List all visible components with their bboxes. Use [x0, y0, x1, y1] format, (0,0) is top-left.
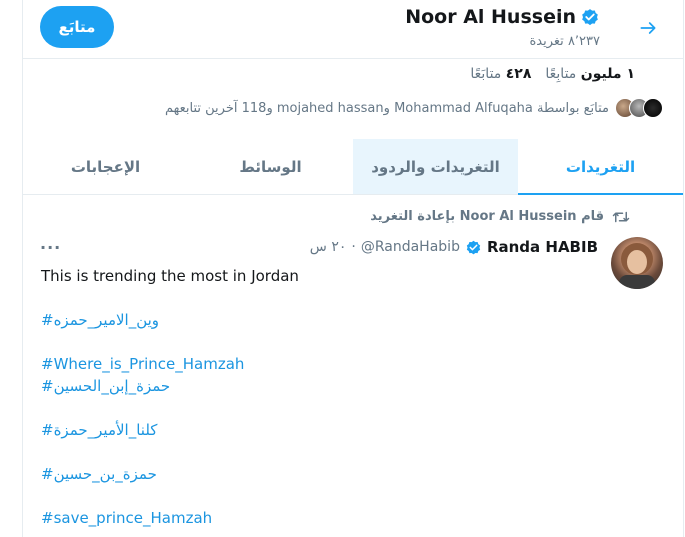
hashtag-link[interactable]: #كلنا_الأمير_حمزة: [41, 419, 157, 441]
followers-label: متابِعًا: [545, 66, 577, 82]
tweet-timestamp[interactable]: ٢٠ س: [310, 239, 347, 255]
following-stat[interactable]: ٤٢٨ متابَعًا: [470, 66, 531, 82]
tab-media[interactable]: الوسائط: [188, 139, 353, 194]
avatar: [643, 98, 663, 118]
profile-header-name: Noor Al Hussein: [405, 6, 600, 28]
profile-tabs: التغريدات التغريدات والردود الوسائط الإع…: [23, 139, 683, 195]
hashtag-link[interactable]: #وين_الامير_حمزه: [41, 309, 159, 331]
tweet-author-handle[interactable]: @RandaHabib: [361, 239, 460, 255]
hashtag-link[interactable]: #حمزة_بن_حسين: [41, 463, 157, 485]
tab-likes[interactable]: الإعجابات: [23, 139, 188, 194]
verified-badge-icon: [582, 9, 598, 26]
header-divider: [23, 58, 683, 59]
retweet-context: قام Noor Al Hussein بإعادة التغريد: [370, 209, 630, 224]
verified-badge-icon: [466, 240, 481, 254]
avatar-image: [619, 243, 655, 289]
followers-stat[interactable]: ١ مليون متابِعًا: [545, 66, 635, 82]
tweet-count: ٨٬٢٣٧ تغريدة: [529, 34, 600, 49]
retweet-text[interactable]: قام Noor Al Hussein بإعادة التغريد: [370, 209, 604, 224]
follow-button[interactable]: متابَع: [40, 6, 114, 48]
hashtag-link[interactable]: #حمزة_إبن_الحسين: [41, 375, 170, 397]
back-button[interactable]: [632, 12, 664, 44]
followers-count: ١ مليون: [580, 66, 635, 82]
back-arrow-icon: [640, 22, 656, 34]
hashtag-link[interactable]: #Where_is_Prince_Hamzah: [41, 353, 244, 375]
following-label: متابَعًا: [470, 66, 502, 82]
more-icon[interactable]: ···: [40, 238, 61, 257]
retweet-icon: [612, 211, 630, 222]
tweet-text: This is trending the most in Jordan: [41, 267, 299, 285]
avatar[interactable]: [611, 237, 663, 289]
tab-tweets[interactable]: التغريدات: [518, 139, 683, 195]
tweet-separator: ·: [351, 239, 356, 255]
hashtag-link[interactable]: #save_prince_Hamzah: [41, 507, 212, 529]
followed-by-text: متابَع بواسطة Mohammad Alfuqaha وmojahed…: [164, 100, 609, 116]
column-border-right: [683, 0, 684, 537]
followed-by[interactable]: متابَع بواسطة Mohammad Alfuqaha وmojahed…: [165, 98, 663, 118]
tab-tweets-and-replies[interactable]: التغريدات والردود: [353, 139, 518, 194]
followers-you-know-avatars: [615, 98, 663, 118]
following-count: ٤٢٨: [505, 66, 532, 82]
profile-stats: ٤٢٨ متابَعًا ١ مليون متابِعًا: [470, 66, 635, 82]
profile-page: Noor Al Hussein ٨٬٢٣٧ تغريدة متابَع ٤٢٨ …: [0, 0, 685, 537]
tweet-header: Randa HABIB @RandaHabib · ٢٠ س: [310, 238, 598, 256]
tweet-author-name[interactable]: Randa HABIB: [487, 238, 598, 256]
profile-display-name: Noor Al Hussein: [405, 6, 576, 28]
column-border-left: [22, 0, 23, 537]
